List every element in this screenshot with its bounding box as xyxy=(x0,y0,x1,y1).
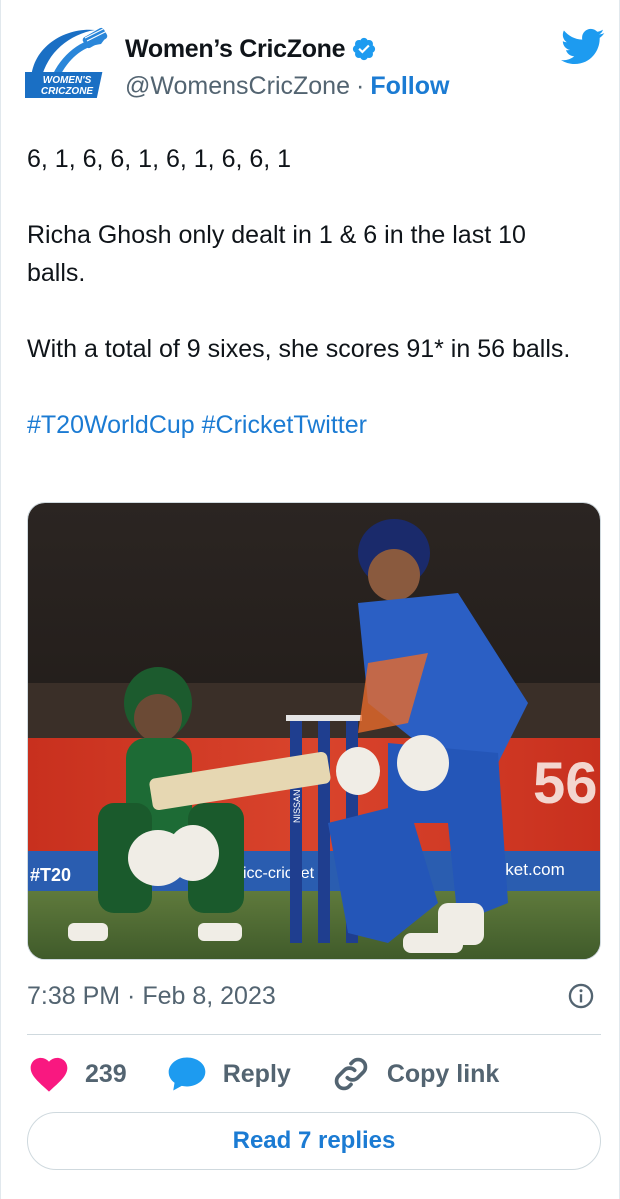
board-text-mid: icc-cricket xyxy=(243,865,315,882)
tweet-timestamp[interactable]: 7:38 PM · Feb 8, 2023 xyxy=(27,982,276,1011)
reply-label: Reply xyxy=(222,1059,291,1088)
divider xyxy=(27,1034,601,1035)
separator-dot: · xyxy=(355,72,365,100)
copy-link-label: Copy link xyxy=(386,1059,500,1088)
author-info: Women’s CricZone @WomensCricZone · Follo… xyxy=(125,32,449,101)
tweet-line-summary: Richa Ghosh only dealt in 1 & 6 in the l… xyxy=(27,221,526,287)
twitter-logo-icon[interactable] xyxy=(561,28,605,66)
author-avatar[interactable]: WOMEN'S CRICZONE xyxy=(18,22,115,102)
svg-text:56: 56 xyxy=(533,751,598,816)
reply-button[interactable]: Reply xyxy=(165,1052,291,1096)
verified-badge-icon xyxy=(351,36,377,62)
hashtag-crickettwitter[interactable]: #CricketTwitter xyxy=(202,411,367,439)
heart-icon xyxy=(27,1052,71,1096)
tweet-photo[interactable]: 56 #T20 icc-cricket icket.com NISSAN xyxy=(27,502,601,960)
author-name[interactable]: Women’s CricZone xyxy=(125,35,346,64)
like-count: 239 xyxy=(85,1059,127,1088)
stump-text: NISSAN xyxy=(292,789,302,823)
link-icon xyxy=(329,1052,373,1096)
read-replies-button[interactable]: Read 7 replies xyxy=(27,1112,601,1170)
copy-link-button[interactable]: Copy link xyxy=(329,1052,500,1096)
tweet-text: 6, 1, 6, 6, 1, 6, 1, 6, 6, 1 Richa Ghosh… xyxy=(27,140,587,444)
tweet-hashtags: #T20WorldCup #CricketTwitter xyxy=(27,406,587,444)
board-text-left: #T20 xyxy=(30,865,71,885)
timestamp-row: 7:38 PM · Feb 8, 2023 xyxy=(27,978,595,1014)
info-icon[interactable] xyxy=(567,982,595,1010)
reply-bubble-icon xyxy=(165,1052,209,1096)
logo-text-2: CRICZONE xyxy=(41,86,94,97)
author-handle[interactable]: @WomensCricZone xyxy=(125,72,350,101)
follow-button[interactable]: Follow xyxy=(370,72,449,101)
like-button[interactable]: 239 xyxy=(27,1052,127,1096)
tweet-line-total: With a total of 9 sixes, she scores 91* … xyxy=(27,335,571,363)
action-bar: 239 Reply Copy link xyxy=(27,1050,537,1098)
hashtag-t20worldcup[interactable]: #T20WorldCup xyxy=(27,411,195,439)
tweet-header: WOMEN'S CRICZONE Women’s CricZone @Women… xyxy=(18,22,605,108)
tweet-card: WOMEN'S CRICZONE Women’s CricZone @Women… xyxy=(0,0,620,1199)
logo-text-1: WOMEN'S xyxy=(43,75,92,86)
tweet-line-scores: 6, 1, 6, 6, 1, 6, 1, 6, 6, 1 xyxy=(27,145,292,173)
